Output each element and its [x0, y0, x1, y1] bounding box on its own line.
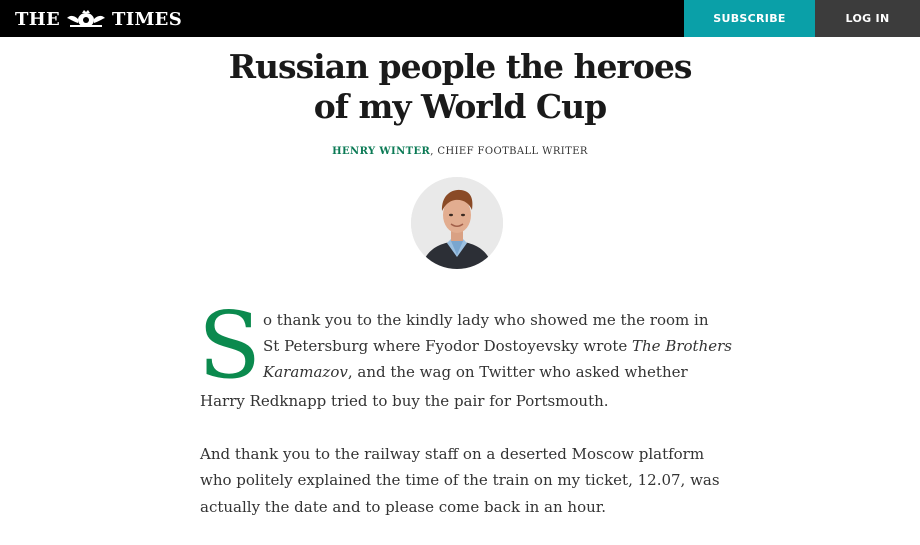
author-role: , CHIEF FOOTBALL WRITER — [430, 146, 588, 157]
author-avatar[interactable] — [411, 177, 503, 269]
paragraph-1-line-1: o thank you to the kindly lady who showe… — [263, 307, 708, 333]
headline-line-2: of my World Cup — [313, 87, 607, 126]
logo-text-times: TIMES — [112, 8, 182, 30]
p1-line3-text: , and the wag on Twitter who asked wheth… — [347, 363, 688, 381]
article-page: THE TIMES SUBSCRIBE LOG IN Russian peopl… — [0, 0, 920, 545]
paragraph-1-line-4: Harry Redknapp tried to buy the pair for… — [200, 388, 609, 414]
article-headline: Russian people the heroes of my World Cu… — [160, 47, 760, 127]
book-title-part-1: The Brothers — [632, 337, 732, 355]
p1-line2-text: St Petersburg where Fyodor Dostoyevsky w… — [263, 337, 633, 355]
subscribe-button[interactable]: SUBSCRIBE — [684, 0, 815, 37]
byline: HENRY WINTER, CHIEF FOOTBALL WRITER — [160, 146, 760, 157]
login-button[interactable]: LOG IN — [815, 0, 920, 37]
paragraph-2-line-3: actually the date and to please come bac… — [200, 494, 606, 520]
royal-crest-icon — [64, 9, 108, 29]
p1-line4-text: Harry Redknapp tried to buy the pair for… — [200, 392, 609, 410]
paragraph-2-line-1: And thank you to the railway staff on a … — [200, 441, 704, 467]
top-navigation-bar: THE TIMES SUBSCRIBE LOG IN — [0, 0, 920, 37]
drop-cap-letter: S — [198, 292, 262, 399]
paragraph-1-line-2: St Petersburg where Fyodor Dostoyevsky w… — [263, 333, 732, 359]
p2-line2-text: who politely explained the time of the t… — [200, 471, 720, 489]
paragraph-2-line-2: who politely explained the time of the t… — [200, 467, 720, 493]
logo-text-the: THE — [15, 8, 61, 30]
p1-line1-text: o thank you to the kindly lady who showe… — [263, 311, 709, 329]
headline-line-1: Russian people the heroes — [228, 47, 693, 86]
the-times-logo[interactable]: THE TIMES — [15, 8, 182, 30]
p2-line3-text: actually the date and to please come bac… — [200, 498, 607, 516]
p2-line1-text: And thank you to the railway staff on a … — [200, 445, 705, 463]
paragraph-1-line-3: Karamazov, and the wag on Twitter who as… — [263, 359, 688, 385]
book-title-part-2: Karamazov — [263, 363, 348, 381]
author-portrait-icon — [411, 177, 503, 269]
author-name-link[interactable]: HENRY WINTER — [332, 146, 430, 157]
